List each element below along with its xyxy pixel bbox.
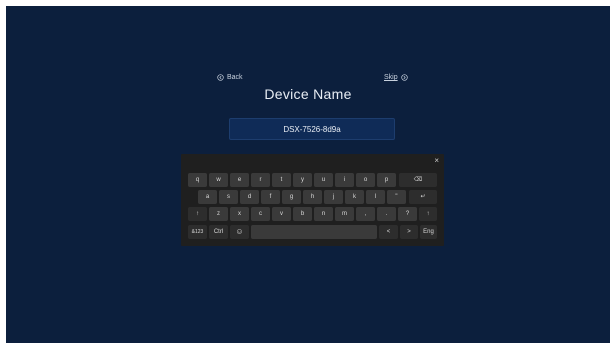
back-label: Back (227, 74, 243, 81)
key-f[interactable]: f (261, 190, 280, 204)
key-s[interactable]: s (219, 190, 238, 204)
key-period[interactable]: . (377, 207, 396, 221)
backspace-key[interactable]: ⌫ (399, 173, 437, 187)
page-title: Device Name (264, 86, 352, 102)
skip-circle-icon (400, 74, 408, 81)
key-w[interactable]: w (209, 173, 228, 187)
key-question[interactable]: ? (398, 207, 417, 221)
key-g[interactable]: g (282, 190, 301, 204)
language-key[interactable]: Eng (420, 225, 437, 239)
right-arrow-key[interactable]: > (400, 225, 418, 239)
key-e[interactable]: e (230, 173, 249, 187)
key-a[interactable]: a (198, 190, 217, 204)
key-y[interactable]: y (293, 173, 312, 187)
symbols-key[interactable]: &123 (188, 225, 207, 239)
key-h[interactable]: h (303, 190, 322, 204)
key-i[interactable]: i (335, 173, 354, 187)
key-j[interactable]: j (324, 190, 343, 204)
key-k[interactable]: k (345, 190, 364, 204)
key-t[interactable]: t (272, 173, 291, 187)
key-q[interactable]: q (188, 173, 207, 187)
key-p[interactable]: p (377, 173, 396, 187)
key-d[interactable]: d (240, 190, 259, 204)
key-r[interactable]: r (251, 173, 270, 187)
key-m[interactable]: m (335, 207, 354, 221)
key-z[interactable]: z (209, 207, 228, 221)
shift-right-key[interactable]: ↑ (419, 207, 437, 221)
key-l[interactable]: l (366, 190, 385, 204)
key-x[interactable]: x (230, 207, 249, 221)
key-b[interactable]: b (293, 207, 312, 221)
key-v[interactable]: v (272, 207, 291, 221)
key-quote[interactable]: " (387, 190, 406, 204)
shift-left-key[interactable]: ↑ (188, 207, 207, 221)
ctrl-key[interactable]: Ctrl (209, 225, 228, 239)
key-n[interactable]: n (314, 207, 333, 221)
emoji-key[interactable]: ☺ (230, 225, 249, 239)
enter-key[interactable]: ↵ (409, 190, 437, 204)
space-key[interactable] (251, 225, 377, 239)
key-o[interactable]: o (356, 173, 375, 187)
keyboard-close-icon[interactable]: × (434, 156, 439, 165)
key-comma[interactable]: , (356, 207, 375, 221)
back-button[interactable]: Back (217, 74, 243, 81)
on-screen-keyboard: × q w e r t y u i o p ⌫ a s d f g h j k … (181, 154, 444, 246)
key-c[interactable]: c (251, 207, 270, 221)
setup-screen: Back Skip Device Name DSX-7526-8d9a × q … (6, 6, 610, 343)
device-name-input[interactable]: DSX-7526-8d9a (229, 118, 395, 140)
left-arrow-key[interactable]: < (379, 225, 398, 239)
skip-label: Skip (384, 74, 398, 81)
key-u[interactable]: u (314, 173, 333, 187)
back-circle-icon (217, 74, 224, 81)
skip-button[interactable]: Skip (384, 74, 408, 81)
